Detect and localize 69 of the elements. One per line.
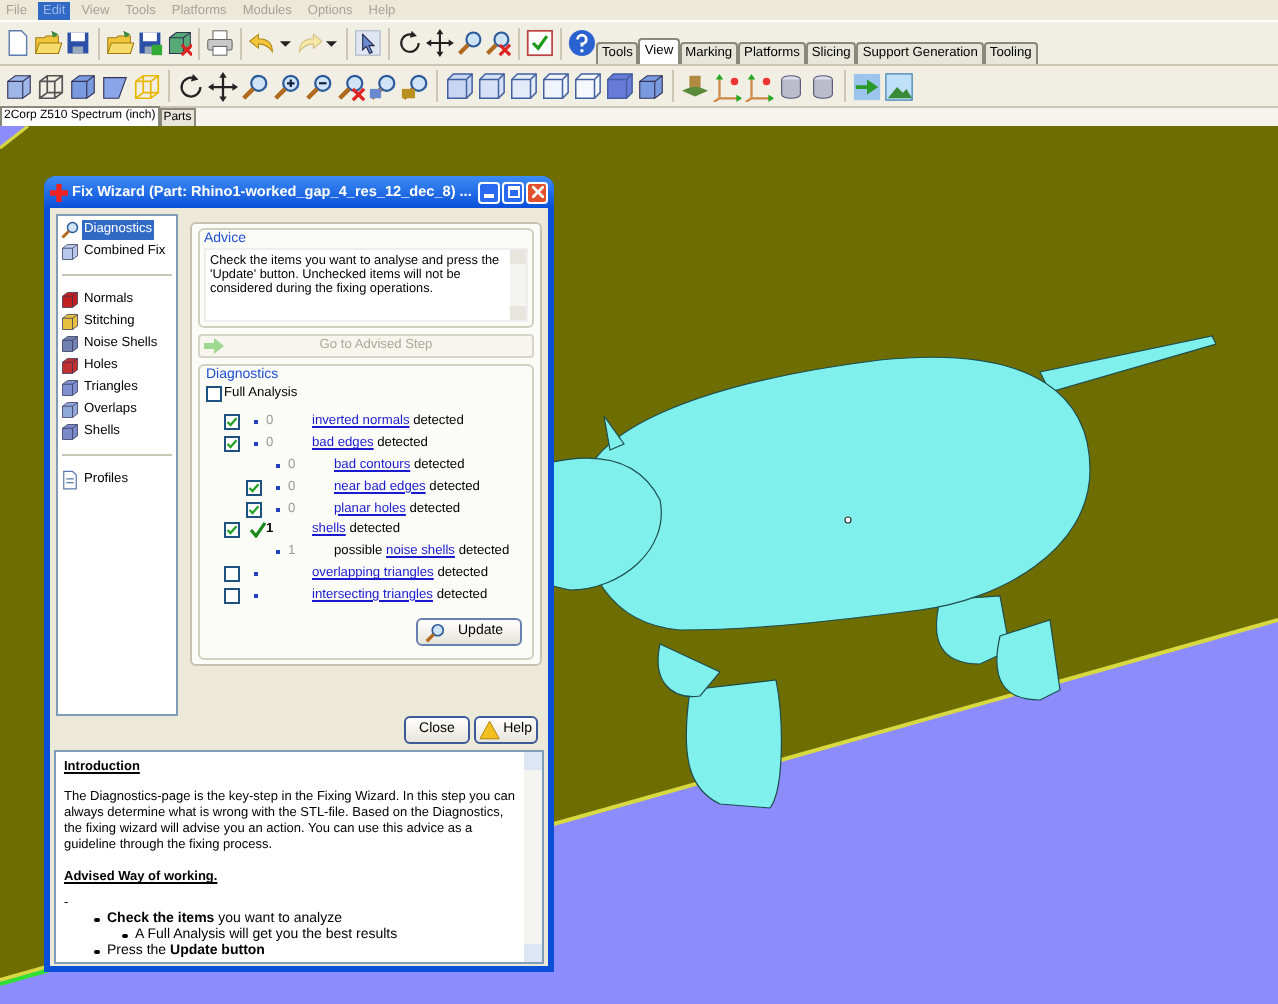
minimize-button[interactable] [478, 181, 500, 203]
checkbox[interactable] [246, 501, 262, 518]
checkbox[interactable] [224, 522, 240, 539]
axes-icon[interactable] [744, 71, 774, 101]
cube-icon [60, 289, 80, 309]
zoom-icon[interactable] [455, 28, 483, 58]
view-cube-icon[interactable] [444, 71, 474, 101]
view-cube-icon[interactable] [572, 71, 602, 101]
wireframe-cube-icon[interactable] [36, 71, 66, 101]
move-icon[interactable] [425, 28, 454, 58]
warning-icon [480, 720, 500, 740]
close-button[interactable] [526, 181, 548, 203]
cube-icon [60, 355, 80, 375]
print-icon[interactable] [206, 28, 235, 58]
cross-icon [50, 183, 68, 201]
cube-icon[interactable] [68, 71, 98, 101]
view-cube-icon[interactable] [508, 71, 538, 101]
scrollbar[interactable] [510, 250, 526, 320]
zoom-icon[interactable] [400, 71, 430, 101]
open-folder-icon[interactable] [33, 28, 62, 58]
checkbox[interactable] [246, 479, 262, 496]
view-cube-icon[interactable] [540, 71, 570, 101]
cylinder-icon[interactable] [776, 71, 806, 101]
zoom-in-icon[interactable] [272, 71, 302, 101]
scrollbar[interactable] [524, 752, 542, 962]
bullet-icon [94, 917, 99, 923]
rotate-icon[interactable] [395, 28, 424, 58]
cube-icon[interactable] [4, 71, 34, 101]
zoom-icon[interactable] [368, 71, 398, 101]
pointer-icon[interactable] [353, 28, 382, 58]
checkbox[interactable] [206, 386, 222, 402]
arrow-icon [204, 338, 224, 354]
axes-icon[interactable] [712, 71, 742, 101]
help-icon[interactable] [568, 28, 597, 58]
checkbox[interactable] [224, 436, 240, 453]
view-cube-icon[interactable] [636, 71, 666, 101]
maximize-button[interactable] [502, 181, 524, 203]
rotate-icon[interactable] [176, 71, 206, 101]
cube-icon [60, 377, 80, 397]
magnifier-icon [60, 219, 80, 239]
checklist-icon[interactable] [526, 28, 555, 58]
bullet-icon [122, 933, 127, 939]
cylinder-icon[interactable] [808, 71, 838, 101]
checkbox[interactable] [224, 587, 240, 604]
cut-cube-icon[interactable] [100, 71, 130, 101]
save-icon[interactable] [63, 28, 92, 58]
close-icon [531, 186, 543, 198]
open-folder-icon[interactable] [105, 28, 134, 58]
view-cube-icon[interactable] [604, 71, 634, 101]
zoom-reset-icon[interactable] [336, 71, 366, 101]
cube-icon [60, 311, 80, 331]
checkbox[interactable] [224, 414, 240, 431]
cube-icon [60, 421, 80, 441]
bullet-icon [94, 949, 99, 955]
magnifier-icon [424, 621, 446, 644]
cube-icon [60, 241, 80, 261]
cube-icon [60, 333, 80, 353]
move-icon[interactable] [208, 71, 238, 101]
delete-icon[interactable] [165, 28, 193, 58]
image-icon[interactable] [884, 71, 914, 101]
cube-icon [60, 399, 80, 419]
zoom-out-icon[interactable] [304, 71, 334, 101]
zoom-reset-icon[interactable] [484, 28, 513, 58]
platform-tool-icon[interactable] [680, 71, 710, 101]
checkbox[interactable] [224, 565, 240, 582]
zoom-icon[interactable] [240, 71, 270, 101]
new-file-icon[interactable] [4, 28, 32, 58]
save-icon[interactable] [135, 28, 164, 58]
view-cube-icon[interactable] [476, 71, 506, 101]
